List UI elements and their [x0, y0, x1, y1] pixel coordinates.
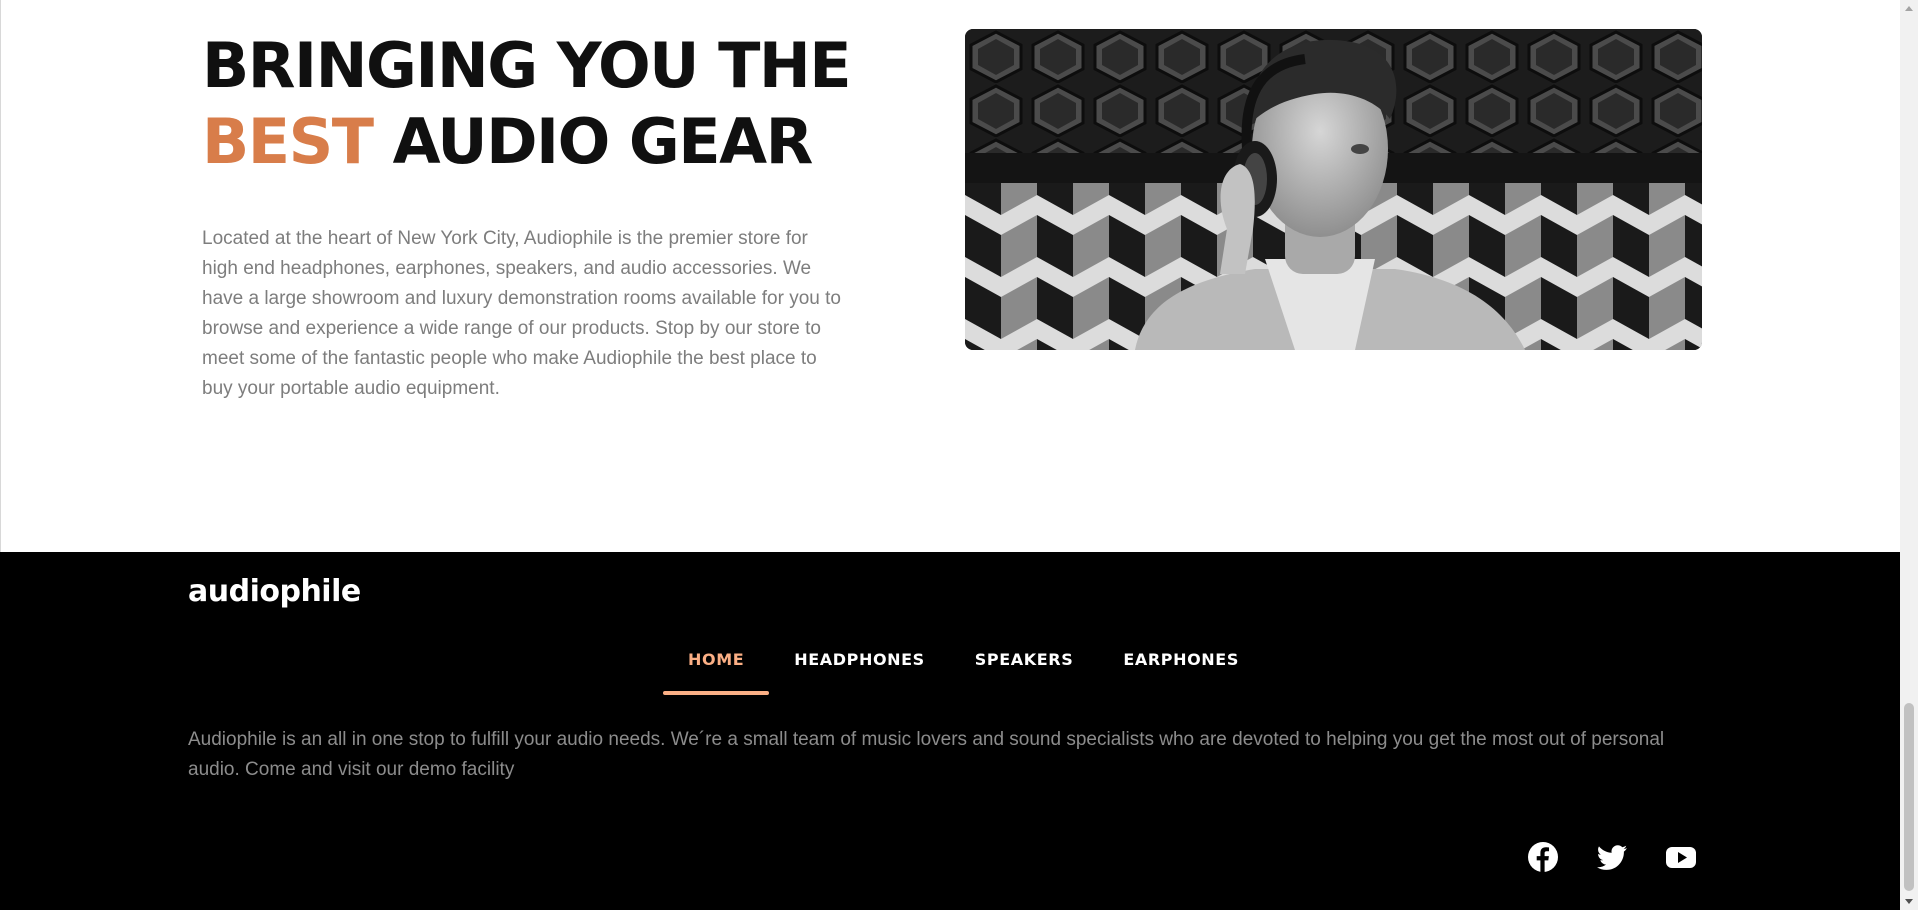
site-footer: audiophile HOME HEADPHONES SPEAKERS EARP…: [0, 552, 1900, 910]
headline-accent: BEST: [202, 105, 374, 178]
headline-rest: AUDIO GEAR: [392, 105, 814, 178]
about-section: BRINGING YOU THE BEST AUDIO GEAR Located…: [0, 0, 1900, 552]
twitter-icon[interactable]: [1596, 841, 1628, 873]
footer-logo[interactable]: audiophile: [188, 574, 361, 609]
about-headline: BRINGING YOU THE BEST AUDIO GEAR: [202, 28, 852, 180]
scroll-down-arrow-icon[interactable]: [1905, 899, 1913, 904]
headline-line1: BRINGING YOU THE: [202, 29, 852, 102]
youtube-icon[interactable]: [1665, 841, 1697, 873]
footer-nav: HOME HEADPHONES SPEAKERS EARPHONES: [663, 650, 1264, 695]
footer-nav-home[interactable]: HOME: [663, 650, 770, 695]
facebook-icon[interactable]: [1527, 841, 1559, 873]
footer-description: Audiophile is an all in one stop to fulf…: [188, 729, 1665, 780]
footer-nav-speakers[interactable]: SPEAKERS: [950, 650, 1099, 676]
page-scrollbar[interactable]: [1900, 0, 1918, 910]
scroll-up-arrow-icon[interactable]: [1905, 6, 1913, 11]
man-with-headphones-photo: [965, 29, 1702, 350]
page: BRINGING YOU THE BEST AUDIO GEAR Located…: [0, 0, 1900, 910]
scrollbar-thumb[interactable]: [1904, 703, 1914, 891]
footer-nav-earphones[interactable]: EARPHONES: [1098, 650, 1264, 676]
about-description: Located at the heart of New York City, A…: [202, 228, 841, 399]
footer-nav-headphones[interactable]: HEADPHONES: [769, 650, 950, 676]
social-links: [1527, 841, 1697, 873]
